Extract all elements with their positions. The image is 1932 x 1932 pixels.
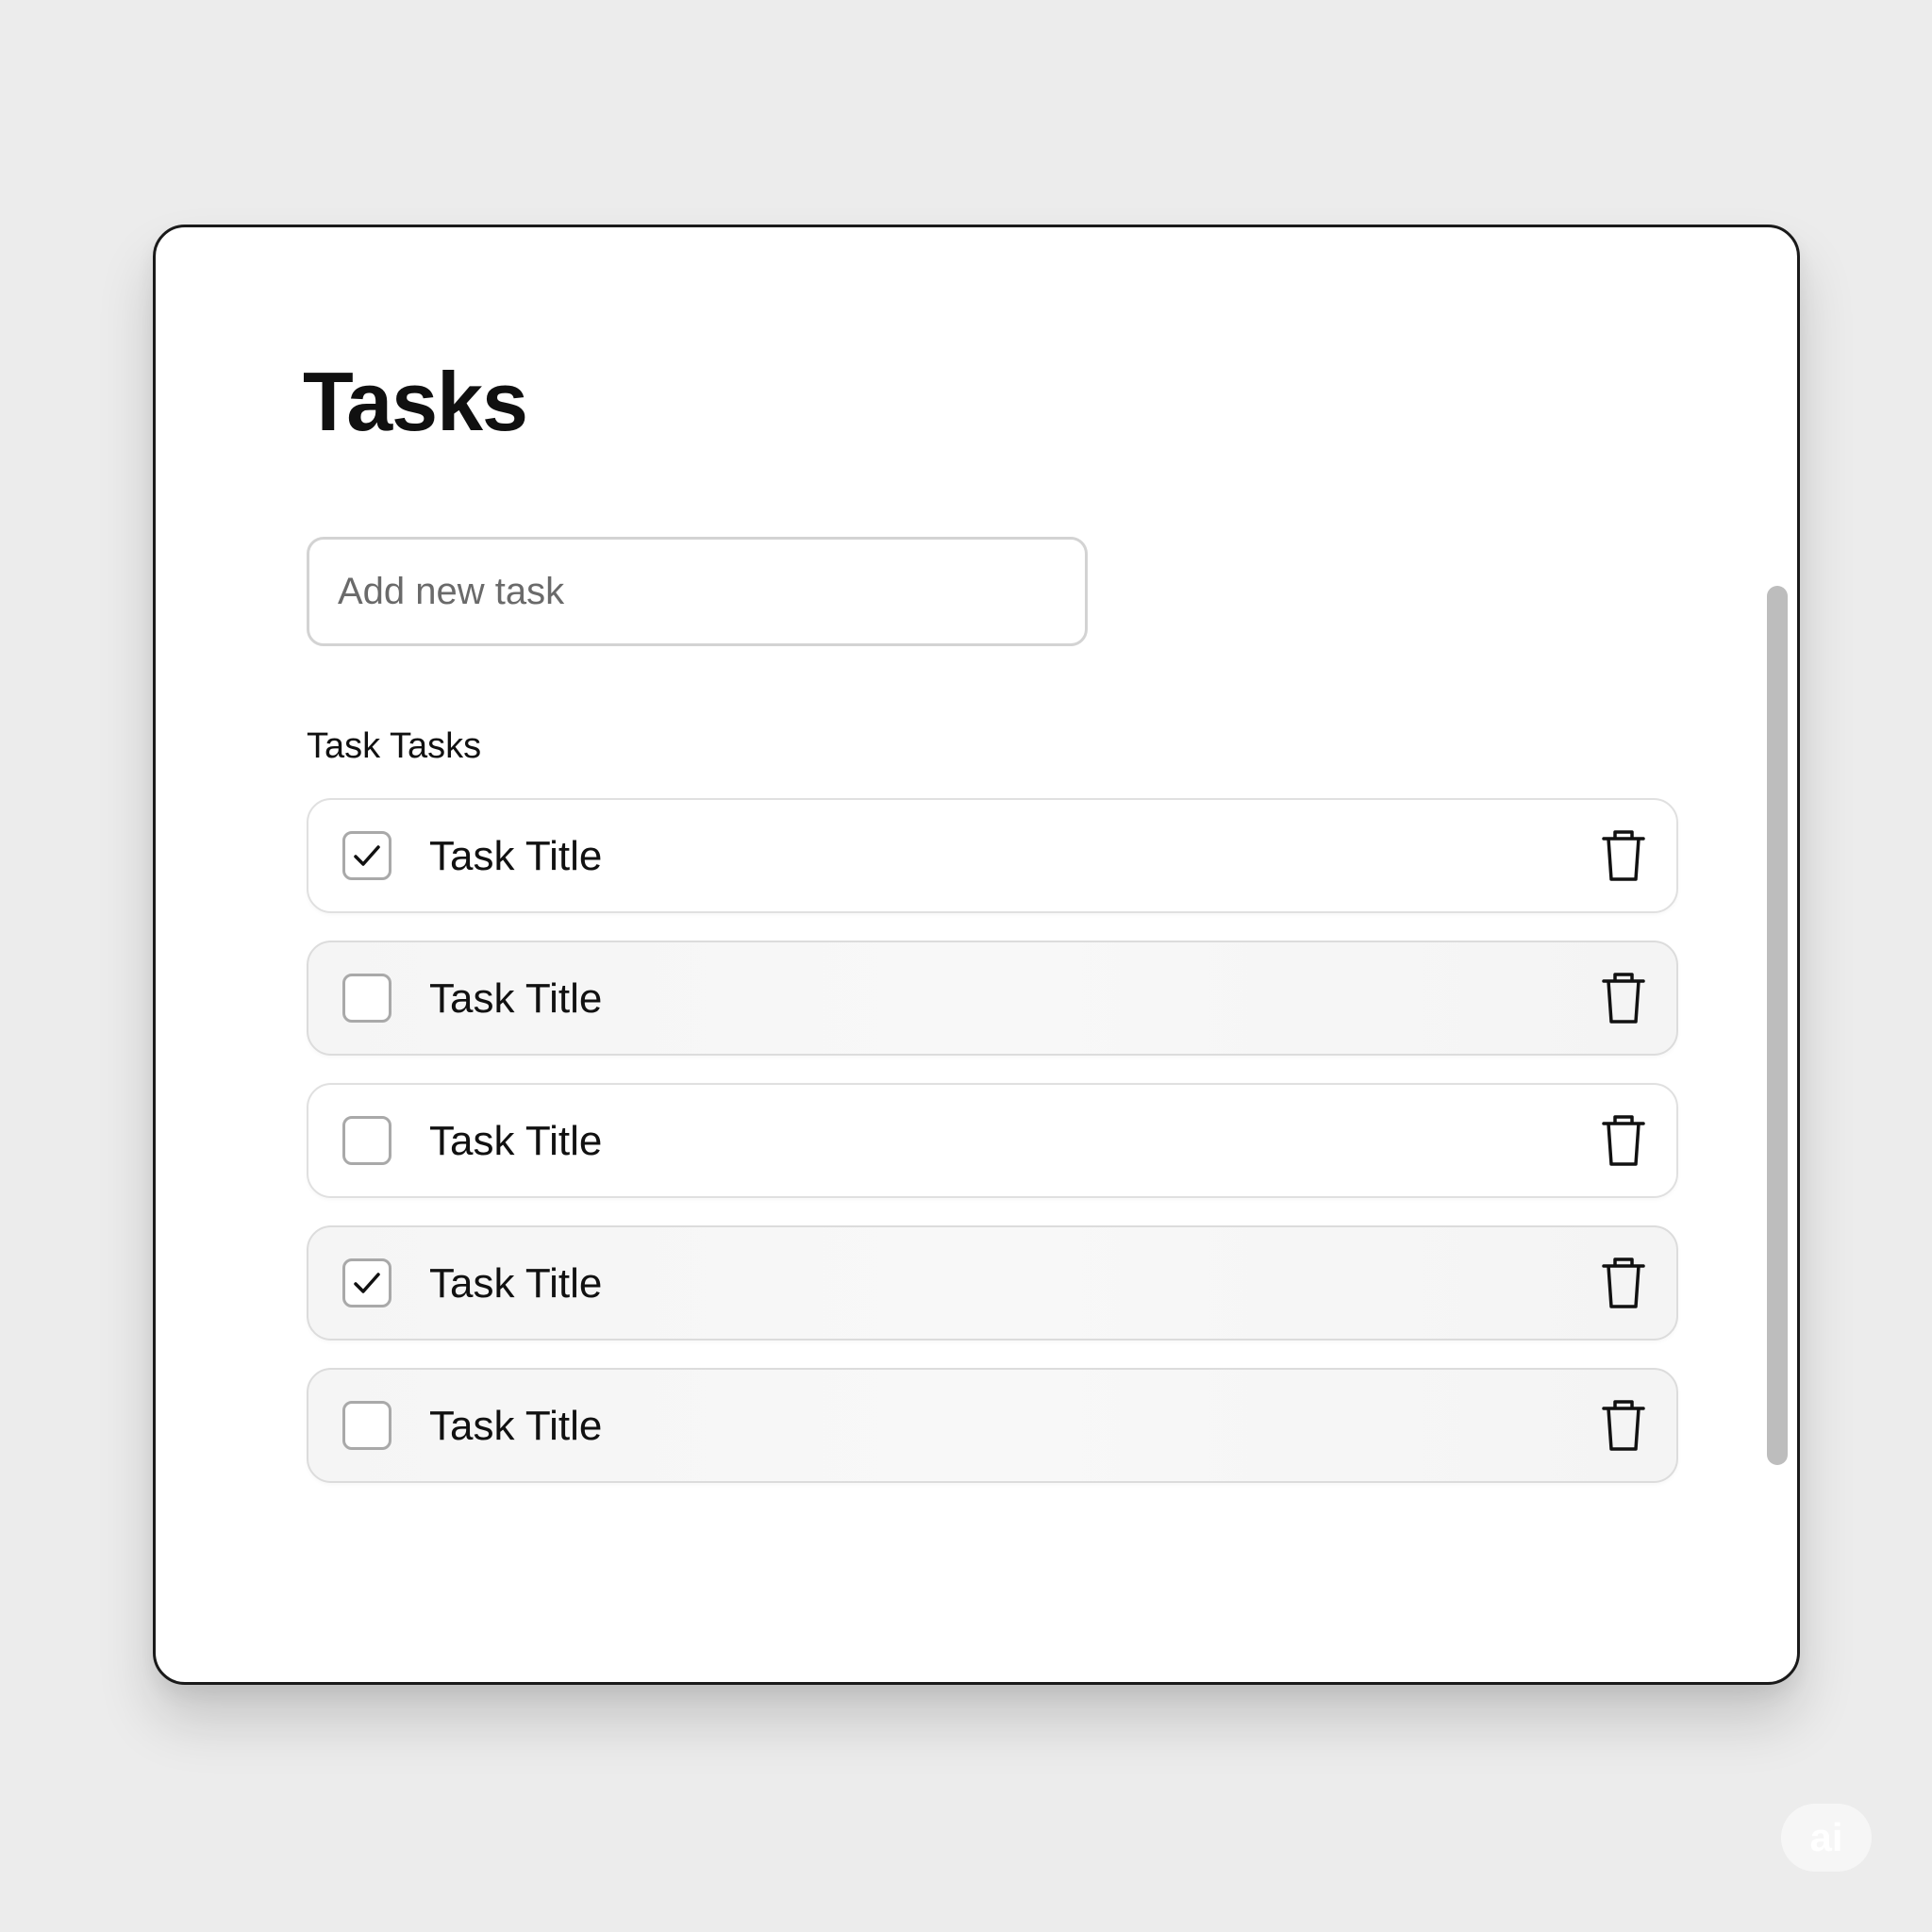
scrollbar-thumb[interactable] xyxy=(1767,586,1788,1465)
task-row[interactable]: Task Title xyxy=(307,1225,1678,1341)
check-icon xyxy=(354,845,380,866)
ai-watermark-badge: ai xyxy=(1781,1804,1872,1872)
task-checkbox[interactable] xyxy=(342,1401,391,1450)
task-row[interactable]: Task Title xyxy=(307,1083,1678,1198)
check-icon xyxy=(354,1273,380,1293)
trash-icon xyxy=(1602,1115,1645,1166)
task-list-heading: Task Tasks xyxy=(307,726,482,766)
task-row[interactable]: Task Title xyxy=(307,798,1678,913)
task-list: Task Title Task Title Task Title Task Ti… xyxy=(307,798,1678,1510)
vertical-scrollbar[interactable] xyxy=(1767,586,1788,1465)
task-title: Task Title xyxy=(429,1118,603,1164)
task-checkbox[interactable] xyxy=(342,1258,391,1307)
task-checkbox[interactable] xyxy=(342,831,391,880)
task-checkbox[interactable] xyxy=(342,974,391,1023)
delete-task-button[interactable] xyxy=(1599,970,1648,1026)
task-title: Task Title xyxy=(429,975,603,1022)
task-title: Task Title xyxy=(429,1403,603,1449)
trash-icon xyxy=(1602,830,1645,881)
trash-icon xyxy=(1602,973,1645,1024)
delete-task-button[interactable] xyxy=(1599,1112,1648,1169)
task-title: Task Title xyxy=(429,1260,603,1307)
page-title: Tasks xyxy=(303,355,528,448)
task-row[interactable]: Task Title xyxy=(307,941,1678,1056)
delete-task-button[interactable] xyxy=(1599,1255,1648,1311)
trash-icon xyxy=(1602,1400,1645,1451)
add-task-input[interactable] xyxy=(307,537,1088,646)
tasks-window: Tasks Task Tasks Task Title xyxy=(153,225,1800,1685)
task-checkbox[interactable] xyxy=(342,1116,391,1165)
trash-icon xyxy=(1602,1257,1645,1308)
delete-task-button[interactable] xyxy=(1599,827,1648,884)
task-title: Task Title xyxy=(429,833,603,879)
task-row[interactable]: Task Title xyxy=(307,1368,1678,1483)
delete-task-button[interactable] xyxy=(1599,1397,1648,1454)
